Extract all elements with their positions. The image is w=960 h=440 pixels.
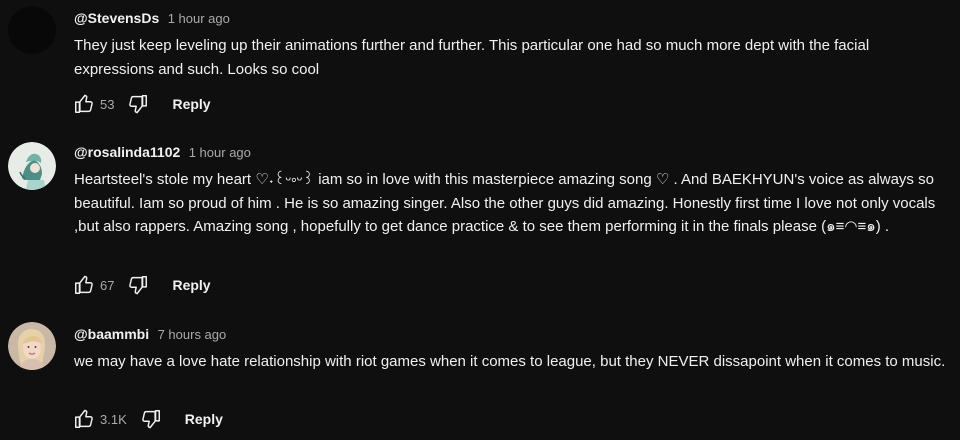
avatar[interactable] <box>8 142 56 190</box>
photo-avatar <box>8 322 56 370</box>
comment-thread-item: @rosalinda1102 1 hour ago Heartsteel's s… <box>0 128 960 310</box>
dislike-button[interactable] <box>124 271 152 299</box>
comment-author[interactable]: @rosalinda1102 <box>74 144 180 160</box>
avatar[interactable] <box>8 6 56 54</box>
like-button[interactable] <box>70 90 98 118</box>
thumb-down-icon <box>129 276 148 295</box>
comment-body: @rosalinda1102 1 hour ago Heartsteel's s… <box>74 142 952 239</box>
comment-timestamp[interactable]: 1 hour ago <box>189 145 251 160</box>
comment-header: @StevensDs 1 hour ago <box>74 8 952 28</box>
reply-button[interactable]: Reply <box>185 411 223 427</box>
comment-author[interactable]: @StevensDs <box>74 10 159 26</box>
reply-button[interactable]: Reply <box>172 277 210 293</box>
comment-header: @baammbi 7 hours ago <box>74 324 952 344</box>
like-button[interactable] <box>70 405 98 433</box>
thumb-up-icon <box>75 275 93 294</box>
comment-timestamp[interactable]: 1 hour ago <box>168 11 230 26</box>
comment-actions: 67 Reply <box>70 271 211 299</box>
comment-body: @StevensDs 1 hour ago They just keep lev… <box>74 8 952 81</box>
comment-actions: 3.1K Reply <box>70 405 223 433</box>
comment-timestamp[interactable]: 7 hours ago <box>158 327 227 342</box>
like-count: 67 <box>100 277 115 293</box>
thumb-down-icon <box>141 410 160 429</box>
like-button[interactable] <box>70 271 98 299</box>
comment-header: @rosalinda1102 1 hour ago <box>74 142 952 162</box>
comment-actions: 53 Reply <box>70 90 211 118</box>
comment-author[interactable]: @baammbi <box>74 326 149 342</box>
thumb-up-icon <box>75 94 93 113</box>
comment-text: They just keep leveling up their animati… <box>74 37 870 78</box>
illustrated-avatar <box>8 142 56 190</box>
avatar[interactable] <box>8 322 56 370</box>
comment-body: @baammbi 7 hours ago we may have a love … <box>74 324 952 374</box>
dislike-button[interactable] <box>124 90 152 118</box>
comment-text: we may have a love hate relationship wit… <box>74 353 946 370</box>
dark-circle-avatar <box>8 6 56 54</box>
comment-thread-item: @StevensDs 1 hour ago They just keep lev… <box>0 0 960 128</box>
thumb-down-icon <box>129 95 148 114</box>
dislike-button[interactable] <box>137 405 165 433</box>
reply-button[interactable]: Reply <box>172 96 210 112</box>
comment-text: Heartsteel's stole my heart ♡˖꒰ᵕ༚ᵕ꒱ iam … <box>74 171 936 235</box>
like-count: 53 <box>100 96 115 112</box>
like-count: 3.1K <box>100 411 127 427</box>
thumb-up-icon <box>75 409 93 428</box>
comment-thread-item: @baammbi 7 hours ago we may have a love … <box>0 310 960 440</box>
